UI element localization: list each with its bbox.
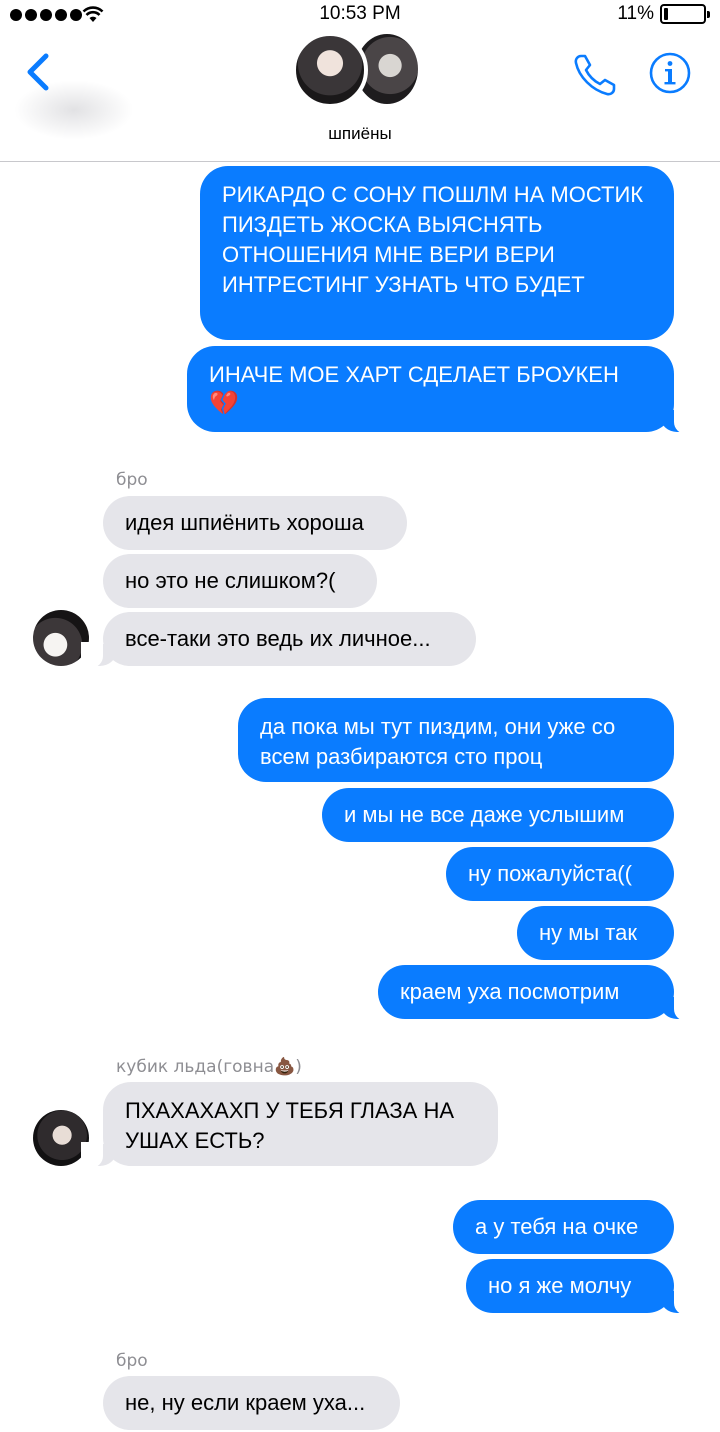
sender-name: кубик льда(говна💩) xyxy=(116,1057,302,1077)
message-text: не, ну если краем уха... xyxy=(125,1390,366,1415)
group-avatar[interactable] xyxy=(290,30,430,112)
incoming-message[interactable]: не, ну если краем уха... xyxy=(103,1376,400,1430)
message-text: и мы не все даже услышим xyxy=(344,802,625,827)
outgoing-message[interactable]: краем уха посмотрим xyxy=(378,965,696,1021)
outgoing-message[interactable]: но я же молчу xyxy=(466,1259,696,1315)
message-text: идея шпиёнить хороша xyxy=(125,510,364,535)
message-text: а у тебя на очке xyxy=(475,1214,639,1239)
message-text: все-таки это ведь их личное... xyxy=(125,626,431,651)
info-icon[interactable] xyxy=(649,52,691,94)
sender-name: бро xyxy=(116,470,148,490)
outgoing-message[interactable]: а у тебя на очке xyxy=(453,1200,674,1254)
message-text: ПХАХАХАХП У ТЕБЯ ГЛАЗА НА УШАХ ЕСТЬ? xyxy=(125,1098,455,1153)
sender-name: бро xyxy=(116,1351,148,1371)
conversation-header: 10:53 PM 11% шпиёны xyxy=(0,0,720,162)
status-bar: 10:53 PM 11% xyxy=(0,0,720,30)
message-text: но я же молчу xyxy=(488,1273,632,1298)
outgoing-message[interactable]: да пока мы тут пиздим, они уже со всем р… xyxy=(238,698,674,782)
broken-heart-emoji: 💔 xyxy=(209,389,239,417)
battery-icon xyxy=(660,4,710,24)
outgoing-message[interactable]: ну пожалуйста(( xyxy=(446,847,674,901)
outgoing-message[interactable]: ИНАЧЕ МОЕ ХАРТ СДЕЛАЕТ БРОУКЕН 💔 xyxy=(187,346,696,434)
message-text: да пока мы тут пиздим, они уже со всем р… xyxy=(260,714,616,769)
member-avatar xyxy=(292,32,368,108)
outgoing-message[interactable]: ну мы так xyxy=(517,906,674,960)
status-time: 10:53 PM xyxy=(319,3,401,24)
phone-icon[interactable] xyxy=(572,52,618,98)
outgoing-message[interactable]: и мы не все даже услышим xyxy=(322,788,674,842)
group-name[interactable]: шпиёны xyxy=(0,124,720,144)
battery-percentage: 11% xyxy=(617,3,654,24)
message-text: краем уха посмотрим xyxy=(400,979,620,1004)
outgoing-message[interactable]: РИКАРДО С СОНУ ПОШЛМ НА МОСТИК ПИЗДЕТЬ Ж… xyxy=(200,166,674,340)
incoming-message[interactable]: идея шпиёнить хороша xyxy=(103,496,407,550)
incoming-message[interactable]: но это не слишком?( xyxy=(103,554,377,608)
chevron-left-icon[interactable] xyxy=(22,50,56,94)
incoming-message[interactable]: все-таки это ведь их личное... xyxy=(81,612,476,668)
incoming-message[interactable]: ПХАХАХАХП У ТЕБЯ ГЛАЗА НА УШАХ ЕСТЬ? xyxy=(81,1082,498,1168)
message-text: ИНАЧЕ МОЕ ХАРТ СДЕЛАЕТ БРОУКЕН xyxy=(209,362,619,387)
message-text: ну мы так xyxy=(539,920,638,945)
message-text: но это не слишком?( xyxy=(125,568,336,593)
message-text: ну пожалуйста(( xyxy=(468,861,632,886)
message-text: РИКАРДО С СОНУ ПОШЛМ НА МОСТИК ПИЗДЕТЬ Ж… xyxy=(222,182,644,297)
